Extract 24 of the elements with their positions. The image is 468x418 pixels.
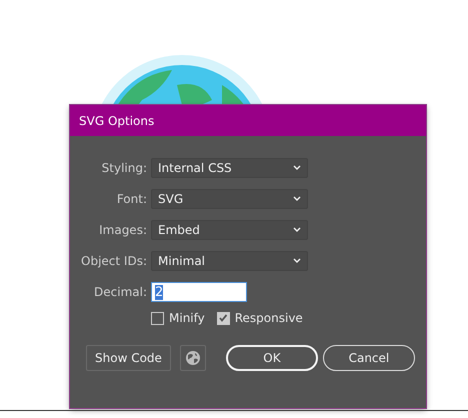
- chevron-icon: [293, 227, 301, 233]
- field-label: Decimal:: [93, 285, 148, 299]
- field-label: Styling:: [100, 161, 148, 175]
- input-field[interactable]: 2: [151, 282, 247, 302]
- dropdown[interactable]: Internal CSS: [151, 158, 308, 178]
- web-button[interactable]: [180, 345, 206, 371]
- window-title: SVG Options: [79, 114, 154, 128]
- globe-icon: [184, 350, 201, 366]
- checkbox-label: Responsive: [234, 311, 303, 325]
- dropdown[interactable]: SVG: [151, 189, 308, 209]
- checkbox[interactable]: [151, 312, 164, 324]
- cancel-button[interactable]: Cancel: [322, 345, 415, 371]
- field-label: Object IDs:: [80, 254, 148, 268]
- ok-button[interactable]: OK: [226, 345, 318, 371]
- chevron-icon: [293, 165, 301, 171]
- chevron-icon: [293, 258, 301, 264]
- field-label: Font:: [116, 192, 148, 206]
- checkbox-label: Minify: [169, 311, 205, 325]
- checkbox[interactable]: [216, 312, 230, 324]
- dropdown[interactable]: Minimal: [151, 251, 308, 271]
- show-code-button[interactable]: Show Code: [86, 345, 171, 371]
- field-label: Images:: [98, 223, 148, 237]
- dropdown[interactable]: Embed: [151, 220, 308, 240]
- chevron-icon: [293, 196, 301, 202]
